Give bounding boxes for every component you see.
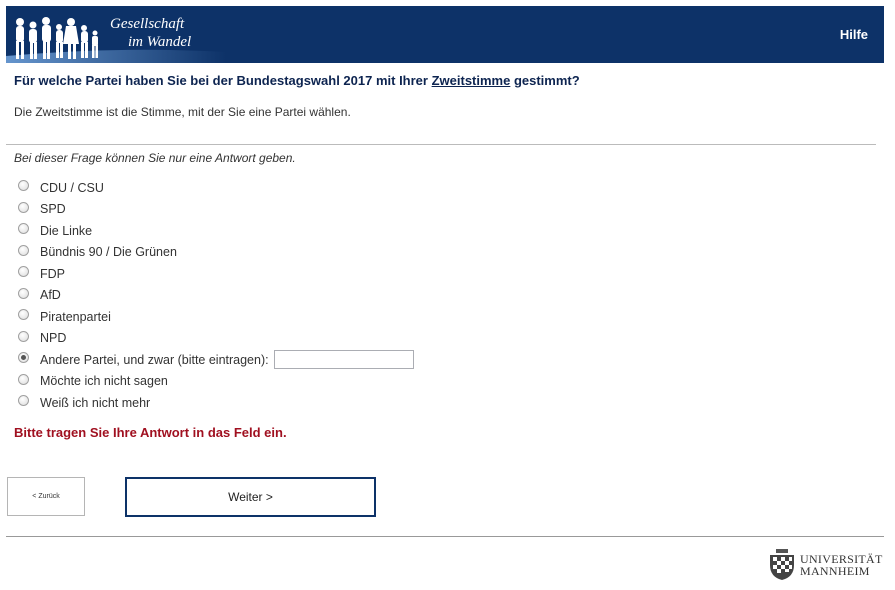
question-text: Für welche Partei haben Sie bei der Bund…: [14, 73, 580, 88]
question-hint: Die Zweitstimme ist die Stimme, mit der …: [14, 105, 351, 119]
radio-button[interactable]: [18, 244, 29, 256]
header-bar: Gesellschaft im Wandel Hilfe: [6, 6, 884, 63]
answer-options: CDU / CSU SPD Die Linke Bündnis 90 / Die…: [18, 177, 414, 414]
back-button[interactable]: < Zurück: [7, 477, 85, 516]
radio-button[interactable]: [18, 287, 29, 299]
radio-button[interactable]: [18, 266, 29, 278]
question-before: Für welche Partei haben Sie bei der Bund…: [14, 73, 432, 88]
option-gruene[interactable]: Bündnis 90 / Die Grünen: [18, 242, 414, 264]
option-label: FDP: [40, 266, 65, 281]
next-button[interactable]: Weiter >: [125, 477, 376, 517]
logo-line1: Gesellschaft: [110, 16, 185, 32]
footer-divider: [6, 536, 884, 537]
option-label: AfD: [40, 288, 61, 303]
option-afd[interactable]: AfD: [18, 285, 414, 307]
option-label: CDU / CSU: [40, 180, 104, 195]
option-andere-partei[interactable]: Andere Partei, und zwar (bitte eintragen…: [18, 349, 414, 371]
radio-button[interactable]: [18, 201, 29, 213]
option-label: NPD: [40, 331, 67, 346]
people-silhouette-icon: [16, 17, 98, 59]
option-piratenpartei[interactable]: Piratenpartei: [18, 306, 414, 328]
radio-button[interactable]: [18, 395, 29, 407]
help-link[interactable]: Hilfe: [840, 27, 868, 42]
radio-button[interactable]: [18, 373, 29, 385]
option-cdu-csu[interactable]: CDU / CSU: [18, 177, 414, 199]
other-party-input[interactable]: [273, 350, 414, 370]
option-nicht-sagen[interactable]: Möchte ich nicht sagen: [18, 371, 414, 393]
university-line2: MANNHEIM: [800, 564, 870, 578]
divider: [6, 144, 876, 145]
university-name: UNIVERSITÄT MANNHEIM: [800, 553, 883, 577]
option-label: Bündnis 90 / Die Grünen: [40, 245, 177, 260]
radio-button[interactable]: [18, 330, 29, 342]
radio-button-selected[interactable]: [18, 352, 29, 364]
answer-instruction: Bei dieser Frage können Sie nur eine Ant…: [14, 151, 296, 165]
option-label: Andere Partei, und zwar (bitte eintragen…: [40, 352, 269, 367]
question-after: gestimmt?: [510, 73, 580, 88]
option-npd[interactable]: NPD: [18, 328, 414, 350]
option-label: Weiß ich nicht mehr: [40, 395, 151, 410]
error-message: Bitte tragen Sie Ihre Antwort in das Fel…: [14, 425, 287, 440]
option-label: Möchte ich nicht sagen: [40, 374, 168, 389]
question-emphasis: Zweitstimme: [431, 73, 511, 88]
option-label: Die Linke: [40, 223, 93, 238]
option-label: SPD: [40, 202, 66, 217]
option-weiss-nicht[interactable]: Weiß ich nicht mehr: [18, 392, 414, 414]
radio-button[interactable]: [18, 180, 29, 192]
logo-line2: im Wandel: [128, 34, 192, 50]
radio-button[interactable]: [18, 309, 29, 321]
option-spd[interactable]: SPD: [18, 199, 414, 221]
logo-title: Gesellschaft im Wandel: [110, 15, 191, 51]
option-label: Piratenpartei: [40, 309, 111, 324]
radio-button[interactable]: [18, 223, 29, 235]
university-seal-icon: [770, 549, 794, 580]
university-logo: UNIVERSITÄT MANNHEIM: [767, 548, 887, 582]
option-fdp[interactable]: FDP: [18, 263, 414, 285]
option-die-linke[interactable]: Die Linke: [18, 220, 414, 242]
